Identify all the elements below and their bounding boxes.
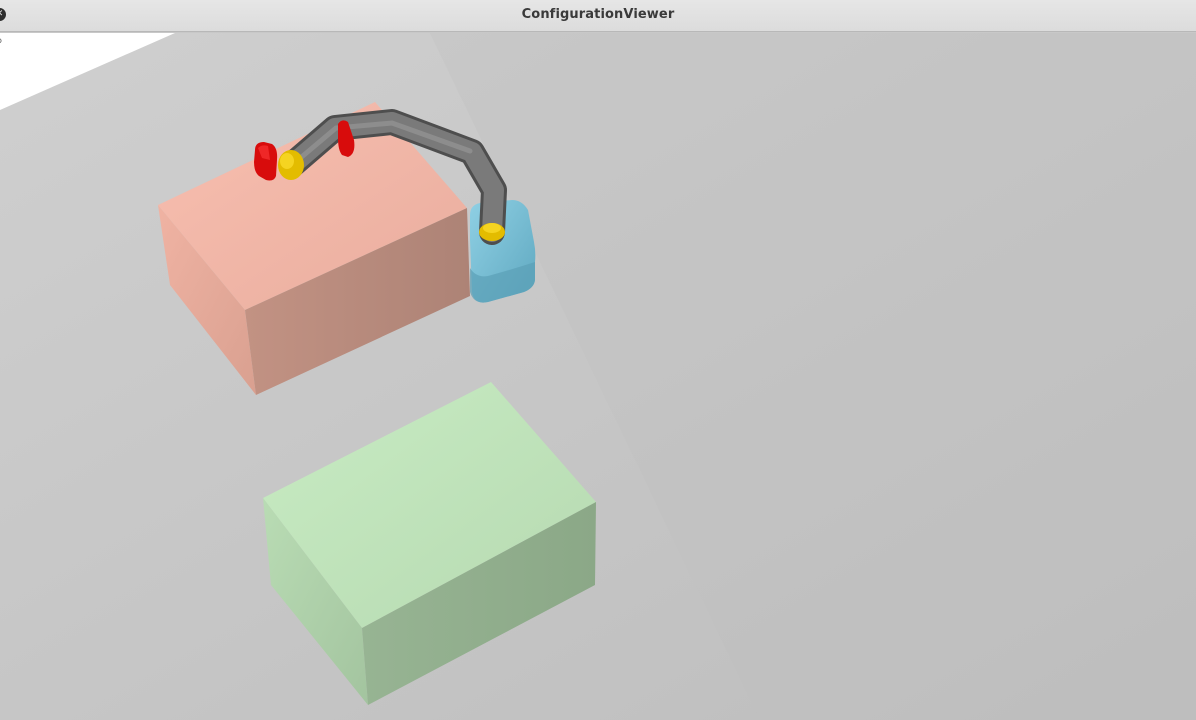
yellow-end-joint-highlight [280, 153, 294, 169]
configuration-viewer-window: ✕ ConfigurationViewer [0, 0, 1196, 720]
viewport-corner-mark: o [0, 36, 2, 45]
3d-viewport[interactable] [0, 33, 1196, 720]
window-title: ConfigurationViewer [521, 7, 675, 22]
title-bar[interactable]: ✕ ConfigurationViewer [0, 0, 1196, 32]
scene-canvas[interactable] [0, 33, 1196, 720]
yellow-base-joint-highlight [483, 223, 501, 233]
